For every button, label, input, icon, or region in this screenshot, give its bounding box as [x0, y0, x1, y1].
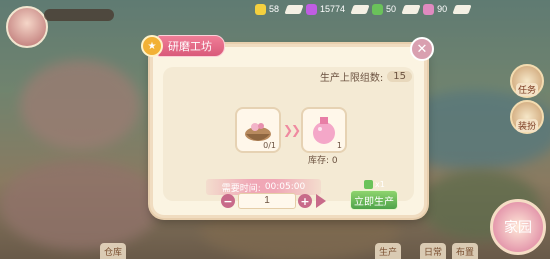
resource-gem: 15774 [306, 3, 370, 15]
cost-value: x1 [375, 180, 385, 189]
production-cost: x1 [364, 180, 385, 189]
time-value: 00:05:00 [264, 182, 306, 192]
decorate-button[interactable]: 布置 [452, 243, 479, 259]
add-energy-button[interactable] [284, 4, 304, 14]
resource-bar: 58 15774 50 90 [255, 0, 550, 18]
resource-energy: 58 [255, 3, 304, 15]
close-icon: ✕ [416, 41, 428, 57]
quantity-input[interactable]: 1 [238, 193, 296, 209]
input-item-count: 0/1 [263, 141, 276, 150]
limit-value: 15 [387, 71, 412, 82]
increase-button[interactable]: + [298, 194, 312, 208]
production-limit: 生产上限组数: 15 [320, 69, 412, 84]
player-avatar[interactable] [6, 6, 48, 48]
output-item-slot[interactable]: 1 [301, 107, 347, 153]
leaf-icon [372, 3, 384, 15]
stock-label: 库存: 0 [308, 156, 338, 166]
output-item-count: 1 [336, 141, 342, 150]
leaf-icon [364, 180, 373, 189]
energy-icon [255, 3, 266, 15]
add-ticket-button[interactable] [452, 4, 472, 14]
input-item-slot[interactable]: 0/1 [235, 107, 281, 153]
close-button[interactable]: ✕ [410, 37, 434, 61]
task-button[interactable]: 任务 [510, 64, 544, 98]
production-button[interactable]: 生产 [375, 243, 402, 259]
star-icon: ★ [141, 35, 163, 57]
resource-ticket: 90 [423, 3, 472, 15]
dialog-title: 研磨工坊 [157, 35, 225, 57]
limit-label: 生产上限组数: [319, 73, 384, 84]
dialog-title-badge: ★ 研磨工坊 [141, 35, 225, 57]
produce-now-button[interactable]: 立即生产 [350, 190, 398, 210]
home-button[interactable]: 家园 [490, 199, 546, 255]
workshop-dialog: ★ 研磨工坊 ✕ 生产上限组数: 15 0/1 ❯❯❯ 1 库存: 0 需要时间… [141, 35, 434, 218]
daily-button[interactable]: 日常 [420, 243, 447, 259]
add-gem-button[interactable] [350, 4, 370, 14]
player-name-bar [44, 9, 114, 21]
dress-up-button[interactable]: 装扮 [510, 100, 544, 134]
max-quantity-button[interactable] [316, 194, 326, 208]
warehouse-button[interactable]: 仓库 [100, 243, 127, 259]
resource-leaf: 50 [372, 3, 421, 15]
time-label: 需要时间: [221, 183, 261, 194]
gem-icon [306, 3, 318, 15]
decrease-button[interactable]: − [221, 194, 235, 208]
add-leaf-button[interactable] [401, 4, 421, 14]
ticket-icon [423, 3, 435, 15]
